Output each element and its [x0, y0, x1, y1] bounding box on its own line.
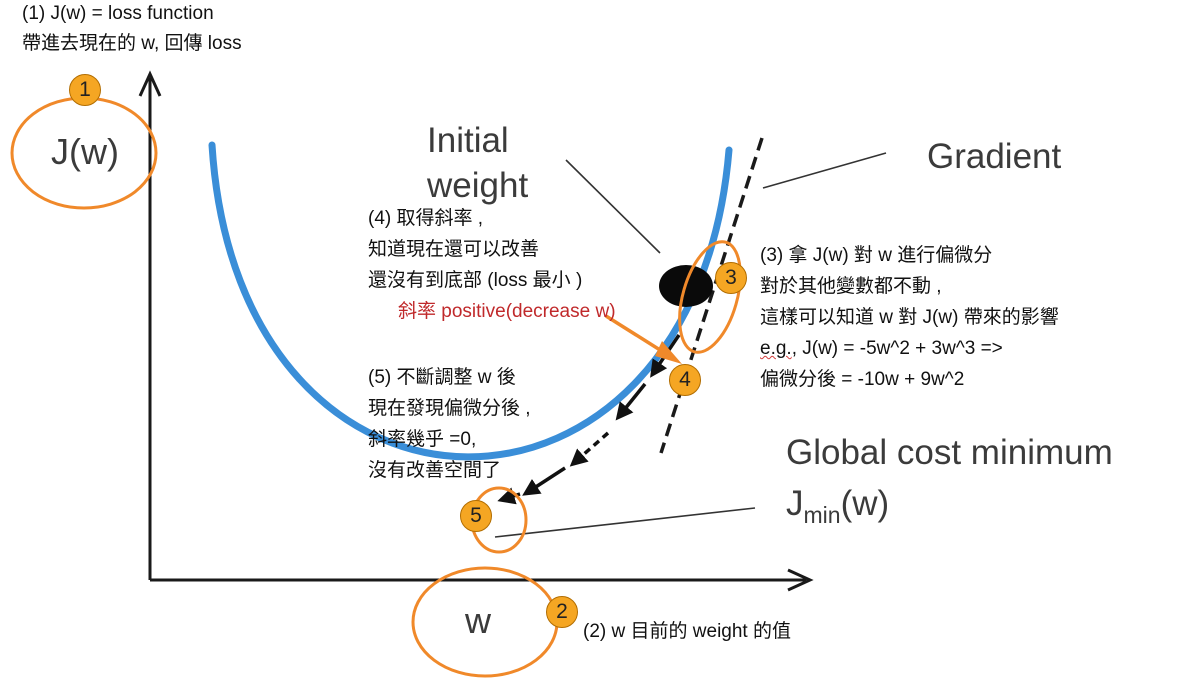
note-5-line: 斜率幾乎 =0, [368, 429, 477, 450]
step-badge-3: 3 [715, 262, 747, 294]
initial-weight-label-line: weight [427, 166, 529, 205]
jmin-base: J [786, 484, 804, 523]
note-4: (4) 取得斜率 , 知道現在還可以改善 還沒有到底部 (loss 最小 ) 斜… [368, 203, 616, 327]
note-3-line: 偏微分後 = -10w + 9w^2 [760, 369, 965, 390]
step-badge-1: 1 [69, 74, 101, 106]
note-3-eg: e.g. [760, 338, 792, 359]
initial-weight-label-line: Initial [427, 121, 509, 160]
note-4-red-line: 斜率 positive(decrease w) [398, 301, 616, 322]
note-1-line: (1) J(w) = loss function [22, 3, 214, 24]
y-axis-label: J(w) [51, 131, 119, 172]
note-5-line: 現在發現偏微分後 , [368, 398, 531, 419]
gradient-label: Gradient [927, 137, 1062, 176]
global-min-pointer [494, 507, 756, 538]
x-axis-label: w [465, 600, 491, 641]
note-3: (3) 拿 J(w) 對 w 進行偏微分 對於其他變數都不動 , 這樣可以知道 … [760, 240, 1059, 395]
step-badge-4: 4 [669, 364, 701, 396]
gradient-pointer [762, 152, 887, 189]
note-3-line: 這樣可以知道 w 對 J(w) 帶來的影響 [760, 307, 1059, 328]
note-5-line: 沒有改善空間了 [368, 460, 502, 481]
note-3-eg-rest: , J(w) = -5w^2 + 3w^3 => [791, 338, 1003, 359]
descent-step [522, 466, 566, 496]
jmin-subscript: min [803, 502, 841, 528]
descent-step [569, 431, 610, 467]
note-2: (2) w 目前的 weight 的值 [583, 621, 791, 642]
note-3-line: (3) 拿 J(w) 對 w 進行偏微分 [760, 245, 993, 266]
jmin-label: Jmin(w) [786, 484, 889, 529]
step-badge-5: 5 [460, 500, 492, 532]
jmin-suffix: (w) [840, 484, 890, 523]
note-3-line: 對於其他變數都不動 , [760, 276, 942, 297]
note-3-line: e.g., J(w) = -5w^2 + 3w^3 => [760, 333, 1059, 364]
note-1-line: 帶進去現在的 w, 回傳 loss [22, 33, 242, 54]
global-min-label: Global cost minimum [786, 433, 1113, 472]
note-1: (1) J(w) = loss function 帶進去現在的 w, 回傳 lo… [22, 0, 242, 59]
note-5-line: (5) 不斷調整 w 後 [368, 367, 516, 388]
note-4-line: 知道現在還可以改善 [368, 239, 540, 260]
note-5: (5) 不斷調整 w 後 現在發現偏微分後 , 斜率幾乎 =0, 沒有改善空間了 [368, 362, 531, 486]
initial-weight-label: Initial weight [427, 118, 528, 208]
step-badge-2: 2 [546, 596, 578, 628]
note-4-line: 還沒有到底部 (loss 最小 ) [368, 270, 583, 291]
note-4-line: (4) 取得斜率 , [368, 208, 484, 229]
